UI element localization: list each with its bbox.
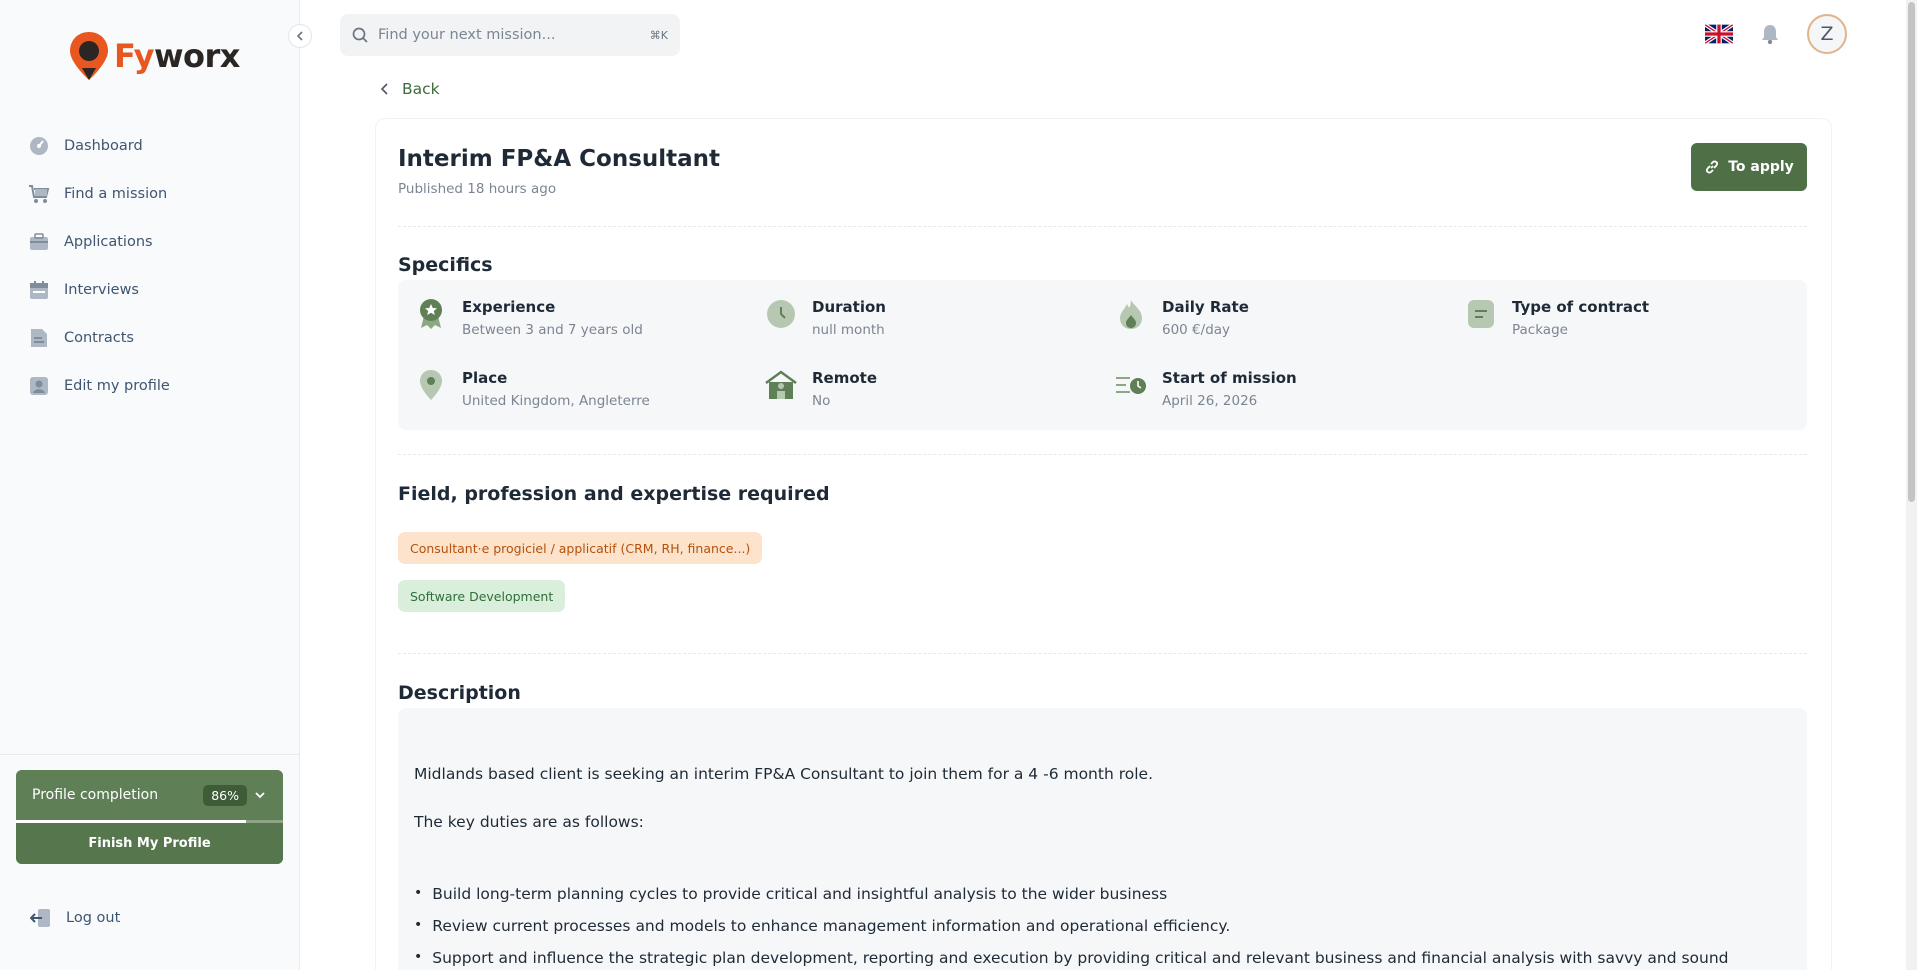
spec-experience: Experience Between 3 and 7 years old — [414, 297, 643, 338]
app-logo[interactable]: Fyworx — [68, 30, 240, 82]
spec-value: April 26, 2026 — [1162, 393, 1258, 409]
list-item: • Support and influence the strategic pla… — [414, 949, 1729, 967]
clock-icon — [764, 297, 798, 331]
sidebar-item-label: Interviews — [64, 282, 139, 298]
uk-flag-icon[interactable] — [1705, 24, 1733, 44]
spec-value: No — [812, 393, 831, 409]
logout-icon — [30, 909, 50, 927]
back-label: Back — [402, 80, 440, 98]
finish-profile-button[interactable]: Finish My Profile — [16, 823, 283, 864]
spec-daily-rate: Daily Rate 600 €/day — [1114, 297, 1249, 338]
apply-button[interactable]: To apply — [1691, 143, 1807, 191]
logout-button[interactable]: Log out — [30, 908, 120, 928]
chevron-left-icon — [380, 83, 388, 95]
spec-remote: Remote No — [764, 368, 877, 409]
published-time: Published 18 hours ago — [398, 181, 557, 197]
list-item: • Review current processes and models to … — [414, 917, 1231, 935]
document-icon — [28, 327, 50, 349]
briefcase-icon — [28, 231, 50, 253]
sidebar-item-contracts[interactable]: Contracts — [28, 314, 170, 362]
spec-label: Experience — [462, 298, 556, 316]
sidebar-item-find-mission[interactable]: Find a mission — [28, 170, 170, 218]
app-name: Fyworx — [114, 37, 240, 75]
spec-label: Remote — [812, 369, 878, 387]
profile-completion-percent: 86% — [203, 784, 247, 806]
spec-value: United Kingdom, Angleterre — [462, 393, 650, 409]
tag-expertise: Consultant·e progiciel / applicatif (CRM… — [398, 532, 763, 564]
spec-place: Place United Kingdom, Angleterre — [414, 368, 650, 409]
sidebar-item-label: Contracts — [64, 330, 134, 346]
specifics-panel: Experience Between 3 and 7 years old Dur… — [398, 280, 1807, 430]
flame-icon — [1114, 297, 1148, 331]
divider — [398, 226, 1807, 227]
profile-completion-header[interactable]: Profile completion 86% — [16, 770, 283, 820]
sidebar-item-dashboard[interactable]: Dashboard — [28, 122, 170, 170]
spec-label: Duration — [812, 298, 886, 316]
chevron-down-icon — [255, 792, 265, 799]
collapse-sidebar-button[interactable] — [288, 24, 312, 48]
description-title: Description — [398, 682, 521, 704]
page-title: Interim FP&A Consultant — [398, 146, 721, 172]
spec-value: Between 3 and 7 years old — [462, 322, 643, 338]
divider — [398, 653, 1807, 654]
sidebar-item-applications[interactable]: Applications — [28, 218, 170, 266]
gauge-icon — [28, 135, 50, 157]
pin-logo-icon — [70, 32, 108, 80]
chevron-left-icon — [296, 31, 303, 41]
page-scrollbar[interactable] — [1906, 0, 1917, 970]
spec-start-date: Start of mission April 26, 2026 — [1114, 368, 1297, 409]
tag-field: Software Development — [398, 580, 566, 612]
profile-completion-label: Profile completion — [32, 787, 159, 803]
sidebar: Fyworx Dashboard Find a mission Applicat… — [0, 0, 300, 970]
description-duties-intro: The key duties are as follows: — [414, 813, 644, 831]
contract-doc-icon — [1464, 297, 1498, 331]
link-icon — [1706, 160, 1719, 174]
spec-label: Type of contract — [1512, 298, 1650, 316]
sidebar-item-interviews[interactable]: Interviews — [28, 266, 170, 314]
house-icon — [764, 368, 798, 402]
cart-icon — [28, 183, 50, 205]
spec-label: Daily Rate — [1162, 298, 1249, 316]
sidebar-item-label: Find a mission — [64, 186, 168, 202]
location-pin-icon — [414, 368, 448, 402]
spec-value: null month — [812, 322, 885, 338]
field-expertise-title: Field, profession and expertise required — [398, 483, 830, 505]
user-icon — [28, 375, 50, 397]
description-intro: Midlands based client is seeking an inte… — [414, 765, 1153, 783]
award-icon — [414, 297, 448, 331]
list-item: • Build long-term planning cycles to prov… — [414, 885, 1168, 903]
sidebar-item-label: Applications — [64, 234, 153, 250]
spec-value: 600 €/day — [1162, 322, 1231, 338]
divider — [398, 454, 1807, 455]
calendar-icon — [28, 279, 50, 301]
search-input[interactable] — [378, 27, 640, 43]
apply-label: To apply — [1728, 159, 1794, 175]
back-link[interactable]: Back — [380, 80, 440, 98]
sidebar-nav: Dashboard Find a mission Applications In… — [28, 122, 170, 410]
sidebar-divider — [0, 754, 300, 755]
topbar-actions: Z — [1705, 14, 1847, 54]
search-icon — [352, 27, 368, 43]
spec-contract-type: Type of contract Package — [1464, 297, 1649, 338]
spec-label: Start of mission — [1162, 369, 1297, 387]
specifics-title: Specifics — [398, 254, 493, 276]
spec-duration: Duration null month — [764, 297, 886, 338]
user-avatar[interactable]: Z — [1807, 14, 1847, 54]
sidebar-item-edit-profile[interactable]: Edit my profile — [28, 362, 170, 410]
sidebar-item-label: Edit my profile — [64, 378, 170, 394]
search-shortcut: ⌘K — [649, 28, 668, 42]
sidebar-item-label: Dashboard — [64, 138, 143, 154]
logout-label: Log out — [66, 910, 121, 926]
spec-value: Package — [1512, 322, 1568, 338]
profile-completion-card: Profile completion 86% Finish My Profile — [16, 770, 283, 864]
search-bar[interactable]: ⌘K — [340, 14, 680, 56]
schedule-clock-icon — [1114, 368, 1148, 402]
spec-label: Place — [462, 369, 508, 387]
notification-bell-icon[interactable] — [1759, 23, 1781, 45]
scrollbar-thumb[interactable] — [1908, 2, 1915, 502]
